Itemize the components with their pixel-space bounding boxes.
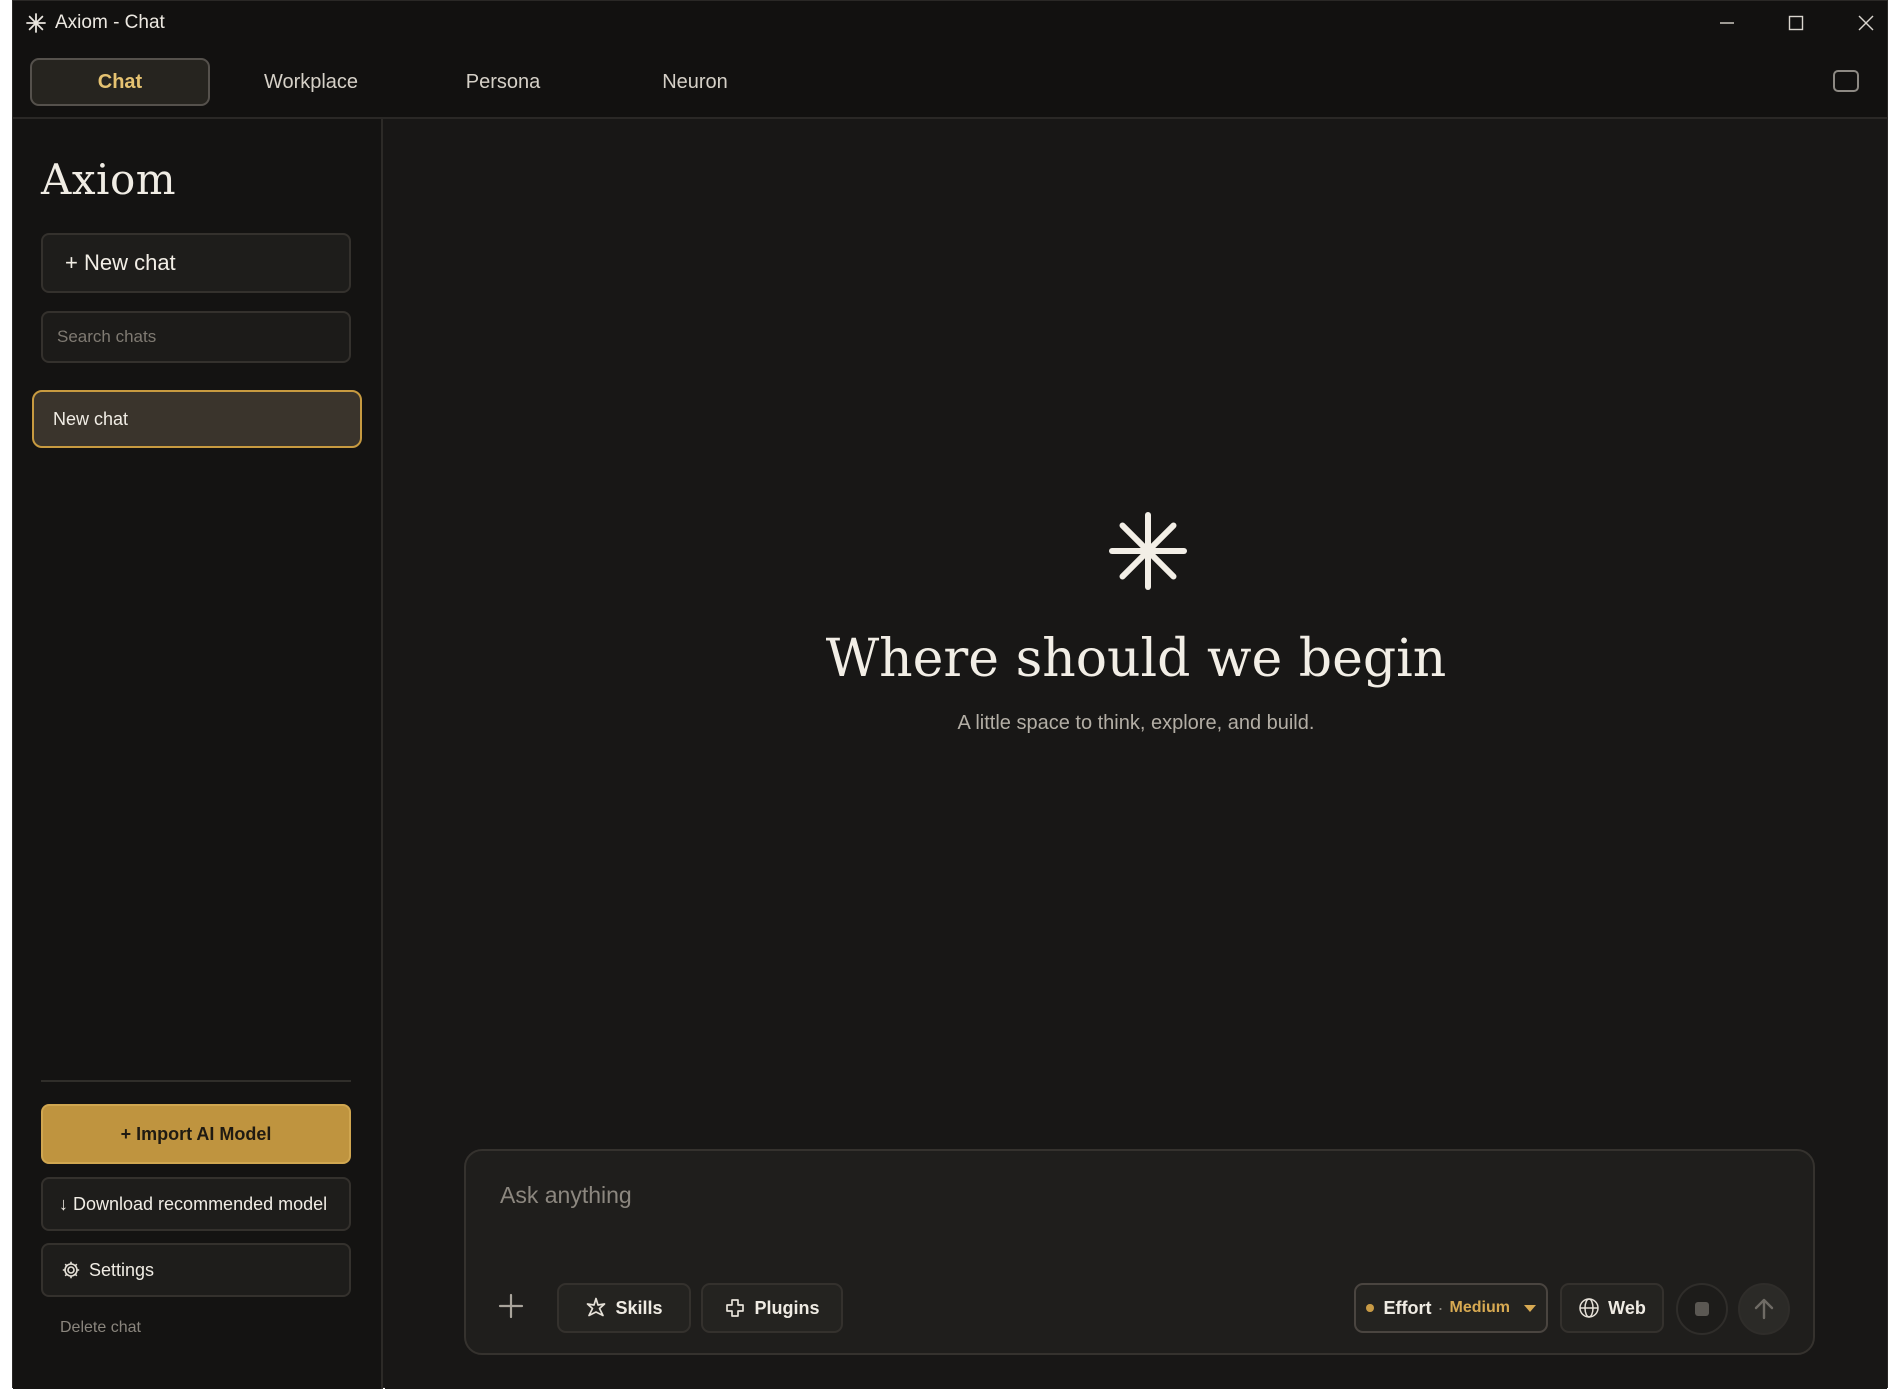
skills-label: Skills (615, 1297, 663, 1318)
web-search-toggle[interactable]: Web (1560, 1283, 1664, 1333)
close-button[interactable] (1838, 7, 1894, 39)
plus-icon (498, 1293, 524, 1319)
tab-workplace[interactable]: Workplace (221, 58, 401, 106)
send-button[interactable] (1738, 1283, 1790, 1335)
stop-button[interactable] (1676, 1283, 1728, 1335)
tab-neuron[interactable]: Neuron (605, 58, 785, 106)
sidebar: Axiom + New chat New chat + Import AI Mo… (13, 119, 383, 1389)
maximize-button[interactable] (1768, 7, 1824, 39)
panel-toggle-icon[interactable] (1833, 70, 1859, 92)
gear-icon (62, 1261, 80, 1279)
sidebar-divider (41, 1080, 351, 1082)
tab-persona[interactable]: Persona (413, 58, 593, 106)
plugins-label: Plugins (754, 1297, 820, 1318)
effort-separator: · (1437, 1297, 1444, 1318)
asterisk-icon (1109, 512, 1187, 590)
chat-main: Where should we begin A little space to … (385, 119, 1887, 1389)
chevron-down-icon (1524, 1304, 1536, 1312)
tab-chat[interactable]: Chat (30, 58, 210, 106)
sparkle-icon (587, 1297, 606, 1317)
delete-chat-link[interactable]: Delete chat (60, 1319, 141, 1337)
attach-button[interactable] (496, 1291, 526, 1321)
app-window: Axiom - Chat Chat Workplace Persona Neur… (12, 0, 1888, 1389)
globe-icon (1579, 1298, 1599, 1318)
welcome-subtitle: A little space to think, explore, and bu… (957, 712, 1315, 734)
arrow-up-icon (1754, 1298, 1774, 1320)
welcome-title: Where should we begin (825, 629, 1447, 689)
asterisk-icon (26, 13, 46, 33)
settings-button[interactable]: Settings (41, 1243, 351, 1297)
chat-list-item[interactable]: New chat (32, 390, 362, 448)
brand-title: Axiom (41, 155, 177, 204)
effort-dropdown[interactable]: Effort · Medium (1354, 1283, 1548, 1333)
effort-status-dot (1366, 1304, 1374, 1312)
download-model-button[interactable]: ↓ Download recommended model (41, 1177, 351, 1231)
settings-label: Settings (89, 1259, 155, 1280)
tab-bar: Chat Workplace Persona Neuron (13, 45, 1887, 119)
minimize-icon (1720, 22, 1734, 24)
search-chats-input[interactable] (41, 311, 351, 363)
minimize-button[interactable] (1699, 7, 1755, 39)
plugins-button[interactable]: Plugins (701, 1283, 843, 1333)
message-input[interactable] (500, 1175, 1700, 1215)
title-bar: Axiom - Chat (13, 1, 1887, 45)
window-title: Axiom - Chat (55, 12, 165, 33)
stop-icon (1695, 1302, 1709, 1316)
new-chat-button[interactable]: + New chat (41, 233, 351, 293)
import-model-button[interactable]: + Import AI Model (41, 1104, 351, 1164)
puzzle-icon (726, 1299, 745, 1317)
effort-label: Effort (1383, 1297, 1432, 1318)
skills-button[interactable]: Skills (557, 1283, 691, 1333)
maximize-icon (1788, 15, 1804, 31)
effort-value: Medium (1449, 1299, 1510, 1316)
close-icon (1858, 15, 1874, 31)
web-label: Web (1608, 1297, 1646, 1318)
message-composer: Skills Plugins Effort · Medium (464, 1149, 1815, 1355)
